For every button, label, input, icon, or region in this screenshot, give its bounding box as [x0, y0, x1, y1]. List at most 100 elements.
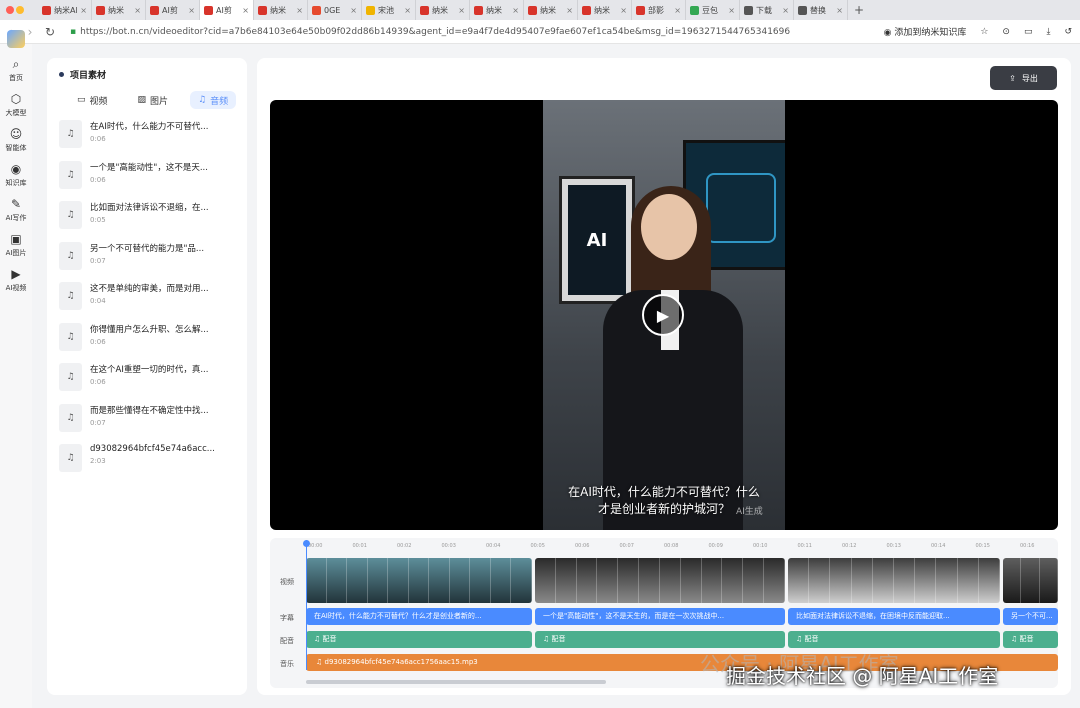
bot-icon: ☺ — [9, 127, 23, 141]
browser-tab[interactable]: 替换 × — [794, 0, 848, 20]
nav-item[interactable]: ▶ AI视频 — [0, 266, 32, 293]
close-tab-icon[interactable]: × — [350, 6, 357, 15]
nav-item[interactable]: ✎ AI写作 — [0, 196, 32, 223]
subtitle-clip[interactable]: 另一个不可... — [1003, 608, 1058, 625]
download-icon[interactable]: ⤓ — [1046, 27, 1050, 37]
close-tab-icon[interactable]: × — [512, 6, 519, 15]
video-frame-thumbnail — [367, 558, 389, 603]
browser-tab[interactable]: 纳米 × — [524, 0, 578, 20]
close-tab-icon[interactable]: × — [188, 6, 195, 15]
star-icon[interactable]: ☆ — [980, 27, 988, 37]
dub-clip[interactable]: ♫ 配音 — [1003, 631, 1058, 648]
close-tab-icon[interactable]: × — [242, 6, 249, 15]
close-tab-icon[interactable]: × — [620, 6, 627, 15]
time-tick: 00:01 — [352, 543, 367, 549]
battery-icon[interactable]: ▭ — [1024, 27, 1033, 37]
video-clip[interactable] — [1003, 558, 1058, 603]
browser-tab[interactable]: 部影 × — [632, 0, 686, 20]
close-tab-icon[interactable]: × — [782, 6, 789, 15]
close-tab-icon[interactable]: × — [836, 6, 843, 15]
asset-name: 而是那些懂得在不确定性中找... — [90, 405, 209, 416]
video-frame-thumbnail — [680, 558, 702, 603]
audio-asset[interactable]: ♫ 另一个不可替代的能力是"品... 0:07 — [59, 241, 239, 283]
music-note-icon: ♫ — [59, 282, 82, 310]
reload-icon[interactable]: ↻ — [40, 25, 60, 39]
play-button[interactable]: ▶ — [642, 294, 684, 336]
video-frame-thumbnail — [957, 558, 979, 603]
close-window-button[interactable] — [6, 6, 14, 14]
audio-asset[interactable]: ♫ d93082964bfcf45e74a6acc... 2:03 — [59, 444, 239, 485]
audio-asset[interactable]: ♫ 在这个AI重塑一切的时代，真... 0:06 — [59, 363, 239, 404]
favicon-icon — [690, 5, 699, 15]
browser-tab[interactable]: 纳米 × — [92, 0, 146, 20]
close-tab-icon[interactable]: × — [134, 6, 141, 15]
nav-item[interactable]: ☺ 智能体 — [0, 126, 32, 153]
nav-item[interactable]: ⬡ 大模型 — [0, 91, 32, 118]
subtitle-clip[interactable]: 在AI时代，什么能力不可替代？什么才是创业者新的... — [306, 608, 532, 625]
dub-clip[interactable]: ♫ 配音 — [306, 631, 532, 648]
media-tab[interactable]: ▨ 图片 — [130, 91, 177, 109]
browser-tab[interactable]: 纳米 × — [416, 0, 470, 20]
video-frame-thumbnail — [809, 558, 831, 603]
export-button[interactable]: ⇪ 导出 — [990, 66, 1057, 90]
close-tab-icon[interactable]: × — [80, 6, 87, 15]
audio-asset[interactable]: ♫ 这不是单纯的审美，而是对用... 0:04 — [59, 282, 239, 323]
time-ruler[interactable]: 00:00 00:01 00:02 00:03 00:04 00:05 00:06 00:07… — [306, 540, 1056, 552]
browser-tab[interactable]: 纳米AI -× — [38, 0, 92, 20]
browser-tab[interactable]: AI剪 × — [200, 0, 254, 20]
playhead[interactable] — [303, 540, 310, 670]
location-icon[interactable]: ⊙ — [1002, 27, 1010, 37]
address-bar: ‹ › ↻ ▪ https://bot.n.cn/videoeditor?cid… — [0, 20, 1080, 44]
dub-clip[interactable]: ♫ 配音 — [535, 631, 785, 648]
audio-asset[interactable]: ♫ 你得懂用户怎么升职、怎么解... 0:06 — [59, 322, 239, 364]
audio-asset[interactable]: ♫ 在AI时代，什么能力不可替代... 0:06 — [59, 120, 239, 161]
video-clip[interactable] — [788, 558, 1000, 603]
asset-duration: 2:03 — [90, 457, 106, 465]
new-tab-button[interactable]: + — [854, 3, 864, 17]
nav-item[interactable]: ▣ AI图片 — [0, 231, 32, 258]
close-tab-icon[interactable]: × — [296, 6, 303, 15]
time-tick: 00:10 — [753, 543, 768, 549]
browser-tab[interactable]: 豆包 × — [686, 0, 740, 20]
media-tab[interactable]: ▭ 视频 — [69, 91, 116, 109]
close-tab-icon[interactable]: × — [674, 6, 681, 15]
browser-tab[interactable]: 纳米 × — [254, 0, 308, 20]
close-tab-icon[interactable]: × — [458, 6, 465, 15]
nav-item[interactable]: ◉ 知识库 — [0, 161, 32, 188]
video-preview[interactable]: AI ▶ 在AI时代，什么能力不可替代？什么 才是创业者新的护城河？ AI生成 — [270, 100, 1058, 530]
subtitle-clip[interactable]: 一个是"高能动性"，这不是天生的，而是在一次次挑战中... — [535, 608, 785, 625]
media-tab[interactable]: ♫ 音频 — [190, 91, 237, 109]
pen-icon: ✎ — [10, 197, 22, 211]
audio-asset[interactable]: ♫ 比如面对法律诉讼不退缩，在... 0:05 — [59, 201, 239, 242]
avatar[interactable] — [7, 30, 25, 48]
asset-duration: 0:06 — [90, 378, 106, 386]
browser-tab[interactable]: 宋池 × — [362, 0, 416, 20]
browser-tab[interactable]: AI剪 × — [146, 0, 200, 20]
url-field[interactable]: ▪ https://bot.n.cn/videoeditor?cid=a7b6e… — [70, 27, 840, 37]
time-tick: 00:09 — [708, 543, 723, 549]
nav-item-label: 知识库 — [5, 179, 27, 187]
browser-tab[interactable]: 下载 × — [740, 0, 794, 20]
subtitle-clip[interactable]: 比如面对法律诉讼不退缩，在困境中反而能迎取... — [788, 608, 1000, 625]
video-frame-thumbnail — [490, 558, 512, 603]
history-icon[interactable]: ↺ — [1064, 27, 1072, 37]
add-to-knowledge-base-button[interactable]: ◉ 添加到纳米知识库 — [884, 25, 967, 38]
dub-clip[interactable]: ♫ 配音 — [788, 631, 1000, 648]
close-tab-icon[interactable]: × — [404, 6, 411, 15]
close-tab-icon[interactable]: × — [728, 6, 735, 15]
browser-tab[interactable]: 纳米 × — [470, 0, 524, 20]
browser-tab[interactable]: 纳米 × — [578, 0, 632, 20]
audio-asset[interactable]: ♫ 而是那些懂得在不确定性中找... 0:07 — [59, 403, 239, 445]
video-clip[interactable] — [306, 558, 532, 603]
time-tick: 00:12 — [842, 543, 857, 549]
browser-tab[interactable]: 0GE × — [308, 0, 362, 20]
nav-item[interactable]: ⌕ 首页 — [0, 56, 32, 83]
video-clip[interactable] — [535, 558, 785, 603]
minimize-window-button[interactable] — [16, 6, 24, 14]
music-note-icon: ♫ — [59, 363, 82, 391]
time-tick: 00:11 — [797, 543, 812, 549]
close-tab-icon[interactable]: × — [566, 6, 573, 15]
project-materials-panel: 项目素材 ▭ 视频 ▨ 图片 ♫ 音频 ♫ 在AI时代，什么能力不可替代... 0:06 ♫ 一个… — [47, 58, 247, 695]
audio-asset[interactable]: ♫ 一个是"高能动性"，这不是天... 0:06 — [59, 160, 239, 202]
timeline-scrollbar[interactable] — [306, 680, 606, 684]
